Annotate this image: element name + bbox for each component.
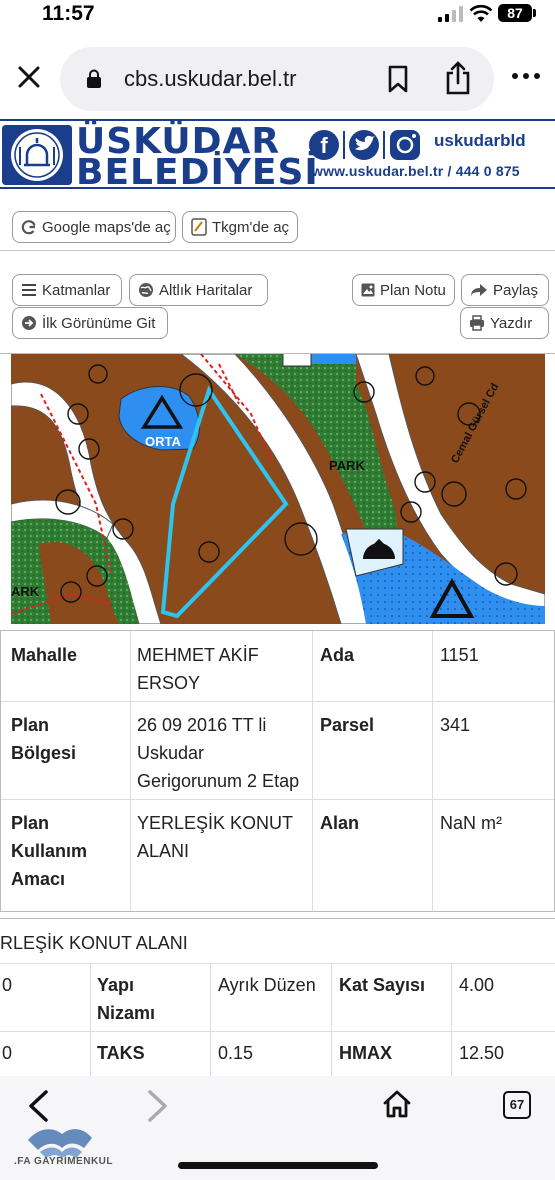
battery-indicator: 87 [498,4,532,22]
print-icon [470,315,484,331]
bookmark-icon[interactable] [386,65,410,93]
kat-value: 4.00 [459,975,495,995]
layers-label: Katmanlar [42,281,111,299]
home-indicator [178,1162,378,1169]
ada-label: Ada [320,645,355,665]
base-maps-label: Altlık Haritalar [159,281,253,299]
google-maps-label: Google maps'de aç [42,218,171,236]
tkgm-label: Tkgm'de aç [212,218,290,236]
taks-value: 0.15 [218,1043,254,1063]
close-icon[interactable] [14,62,44,92]
social-icons: f [309,130,420,160]
kat-label: Kat Sayısı [339,975,426,995]
website-phone: www.uskudar.bel.tr / 444 0 875 [312,163,520,179]
alan-value: NaN m² [440,813,502,833]
wifi-icon [469,4,493,22]
home-icon[interactable] [382,1089,412,1119]
print-button[interactable]: Yazdır [460,307,549,339]
taks-label: TAKS [97,1043,145,1063]
zone-info-table: RLEŞİK KONUT ALANI 0 Yapı Nizamı Ayrık D… [0,918,555,1079]
share-button[interactable]: Paylaş [461,274,549,306]
plan-note-label: Plan Notu [380,281,446,299]
svg-text:f: f [320,133,328,158]
plan-bolgesi-value: 26 09 2016 TT li Uskudar Gerigorunum 2 E… [137,715,300,791]
municipality-banner: ÜSKÜDAR BELEDİYESİ f uskudarbld www.usku… [0,119,555,193]
yapi-label: Yapı Nizamı [97,975,156,1023]
watermark-text: .FA GAYRİMENKUL [14,1156,113,1167]
plan-note-button[interactable]: Plan Notu [352,274,455,306]
alan-label: Alan [320,813,360,833]
ada-value: 1151 [440,645,479,665]
layers-button[interactable]: Katmanlar [12,274,122,306]
yapi-value: Ayrık Düzen [218,975,316,995]
menu-icon [22,284,36,296]
share-icon[interactable] [444,61,472,95]
plan-bolgesi-label: Plan Bölgesi [11,715,77,763]
zone-row2-left: 0 [2,1043,13,1063]
google-maps-button[interactable]: Google maps'de aç [12,211,176,243]
hmax-label: HMAX [339,1043,392,1063]
map-label-orta: ORTA [145,434,181,449]
status-time: 11:57 [42,2,95,25]
cellular-signal-icon [438,6,463,22]
share-arrow-icon [471,284,487,296]
map-label-park-center: PARK [329,458,365,473]
url-text: cbs.uskudar.bel.tr [124,66,297,91]
tkgm-button[interactable]: Tkgm'de aç [182,211,298,243]
map-toolbar: Google maps'de aç Tkgm'de aç Katmanlar A… [0,192,555,354]
plan-map[interactable]: ORTA PARK ARK Cemal Gürsel Cd [11,354,545,624]
status-bar: 11:57 87 [0,0,555,34]
image-icon [361,283,375,297]
parcel-info-table: Mahalle MEHMET AKİF ERSOY Ada 1151 Plan … [0,630,555,912]
mahalle-label: Mahalle [11,645,78,665]
social-handle: uskudarbld [434,131,526,150]
google-icon [21,220,36,235]
mahalle-value: MEHMET AKİF ERSOY [137,645,259,693]
base-maps-button[interactable]: Altlık Haritalar [129,274,268,306]
toolbar-divider [0,250,555,251]
zone-title: RLEŞİK KONUT ALANI [0,933,188,953]
hmax-value: 12.50 [459,1043,505,1063]
share-label: Paylaş [493,281,539,299]
parsel-label: Parsel [320,715,375,735]
initial-view-button[interactable]: İlk Görünüme Git [12,307,168,339]
more-options-icon[interactable] [511,70,541,82]
kullanim-value: YERLEŞİK KONUT ALANI [137,813,293,861]
arrow-circle-icon [22,316,36,330]
battery-tip [533,9,536,17]
map-label-park-left: ARK [11,584,40,599]
address-bar[interactable]: cbs.uskudar.bel.tr [60,47,494,111]
browser-toolbar: cbs.uskudar.bel.tr [0,38,555,118]
tkgm-icon [191,218,207,236]
tabs-button[interactable]: 67 [503,1091,531,1119]
zone-row1-left: 0 [2,975,13,995]
print-label: Yazdır [490,314,533,332]
parsel-value: 341 [440,715,471,735]
globe-icon [139,283,153,297]
initial-view-label: İlk Görünüme Git [42,314,156,332]
brand-name-line2: BELEDİYESİ [76,152,319,193]
lock-icon [87,69,101,88]
kullanim-label: Plan Kullanım Amacı [11,813,88,889]
forward-icon[interactable] [146,1090,170,1122]
map-canvas[interactable]: ORTA PARK ARK Cemal Gürsel Cd [11,354,545,624]
municipality-seal-icon [2,125,72,185]
